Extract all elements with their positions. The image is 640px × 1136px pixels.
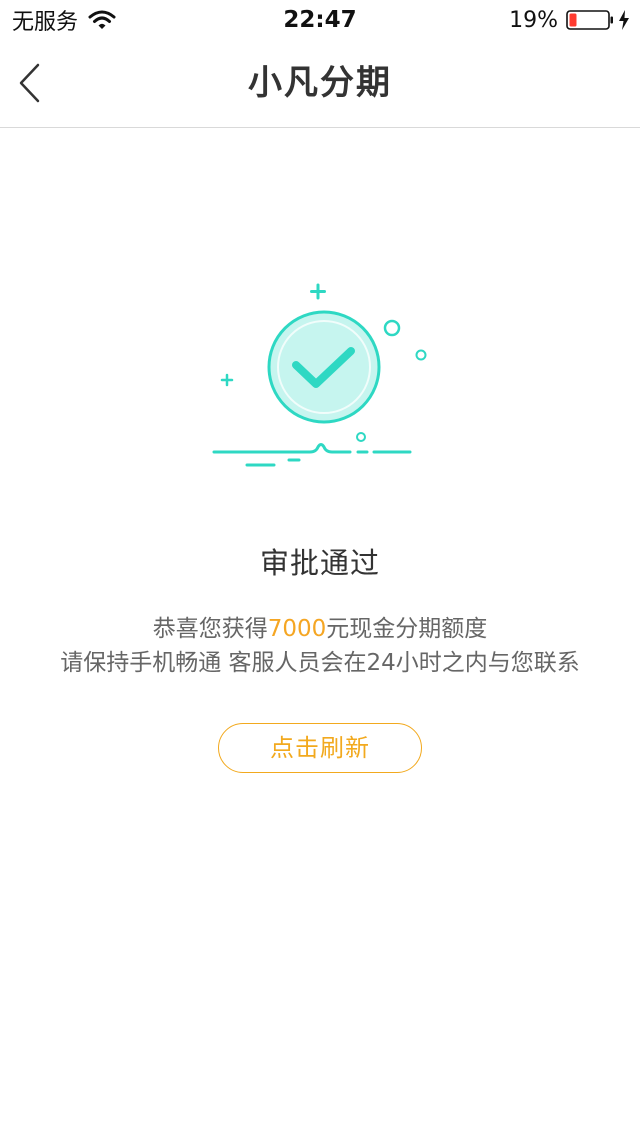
page-title: 小凡分期 xyxy=(248,63,392,103)
battery-percent: 19% xyxy=(509,7,558,33)
credit-amount: 7000 xyxy=(267,616,327,642)
battery-icon xyxy=(566,10,613,30)
status-right: 19% xyxy=(509,6,630,34)
navigation-bar: 小凡分期 xyxy=(0,40,640,128)
message-prefix: 恭喜您获得 xyxy=(152,616,268,642)
refresh-button[interactable]: 点击刷新 xyxy=(218,723,422,773)
chevron-left-icon xyxy=(19,63,40,103)
contact-message: 请保持手机畅通 客服人员会在24小时之内与您联系 xyxy=(60,650,580,676)
approval-message: 恭喜您获得7000元现金分期额度 xyxy=(0,612,640,646)
charging-bolt-icon xyxy=(619,10,629,30)
screen: 无服务 22:47 19% 小凡分期 审批通过 恭喜您获得7000元现金分期额度… xyxy=(0,0,640,1136)
success-illustration xyxy=(212,283,427,467)
result-title: 审批通过 xyxy=(259,546,380,580)
back-button[interactable] xyxy=(8,58,52,108)
status-bar: 无服务 22:47 19% xyxy=(0,0,640,40)
message-suffix: 元现金分期额度 xyxy=(326,616,488,642)
